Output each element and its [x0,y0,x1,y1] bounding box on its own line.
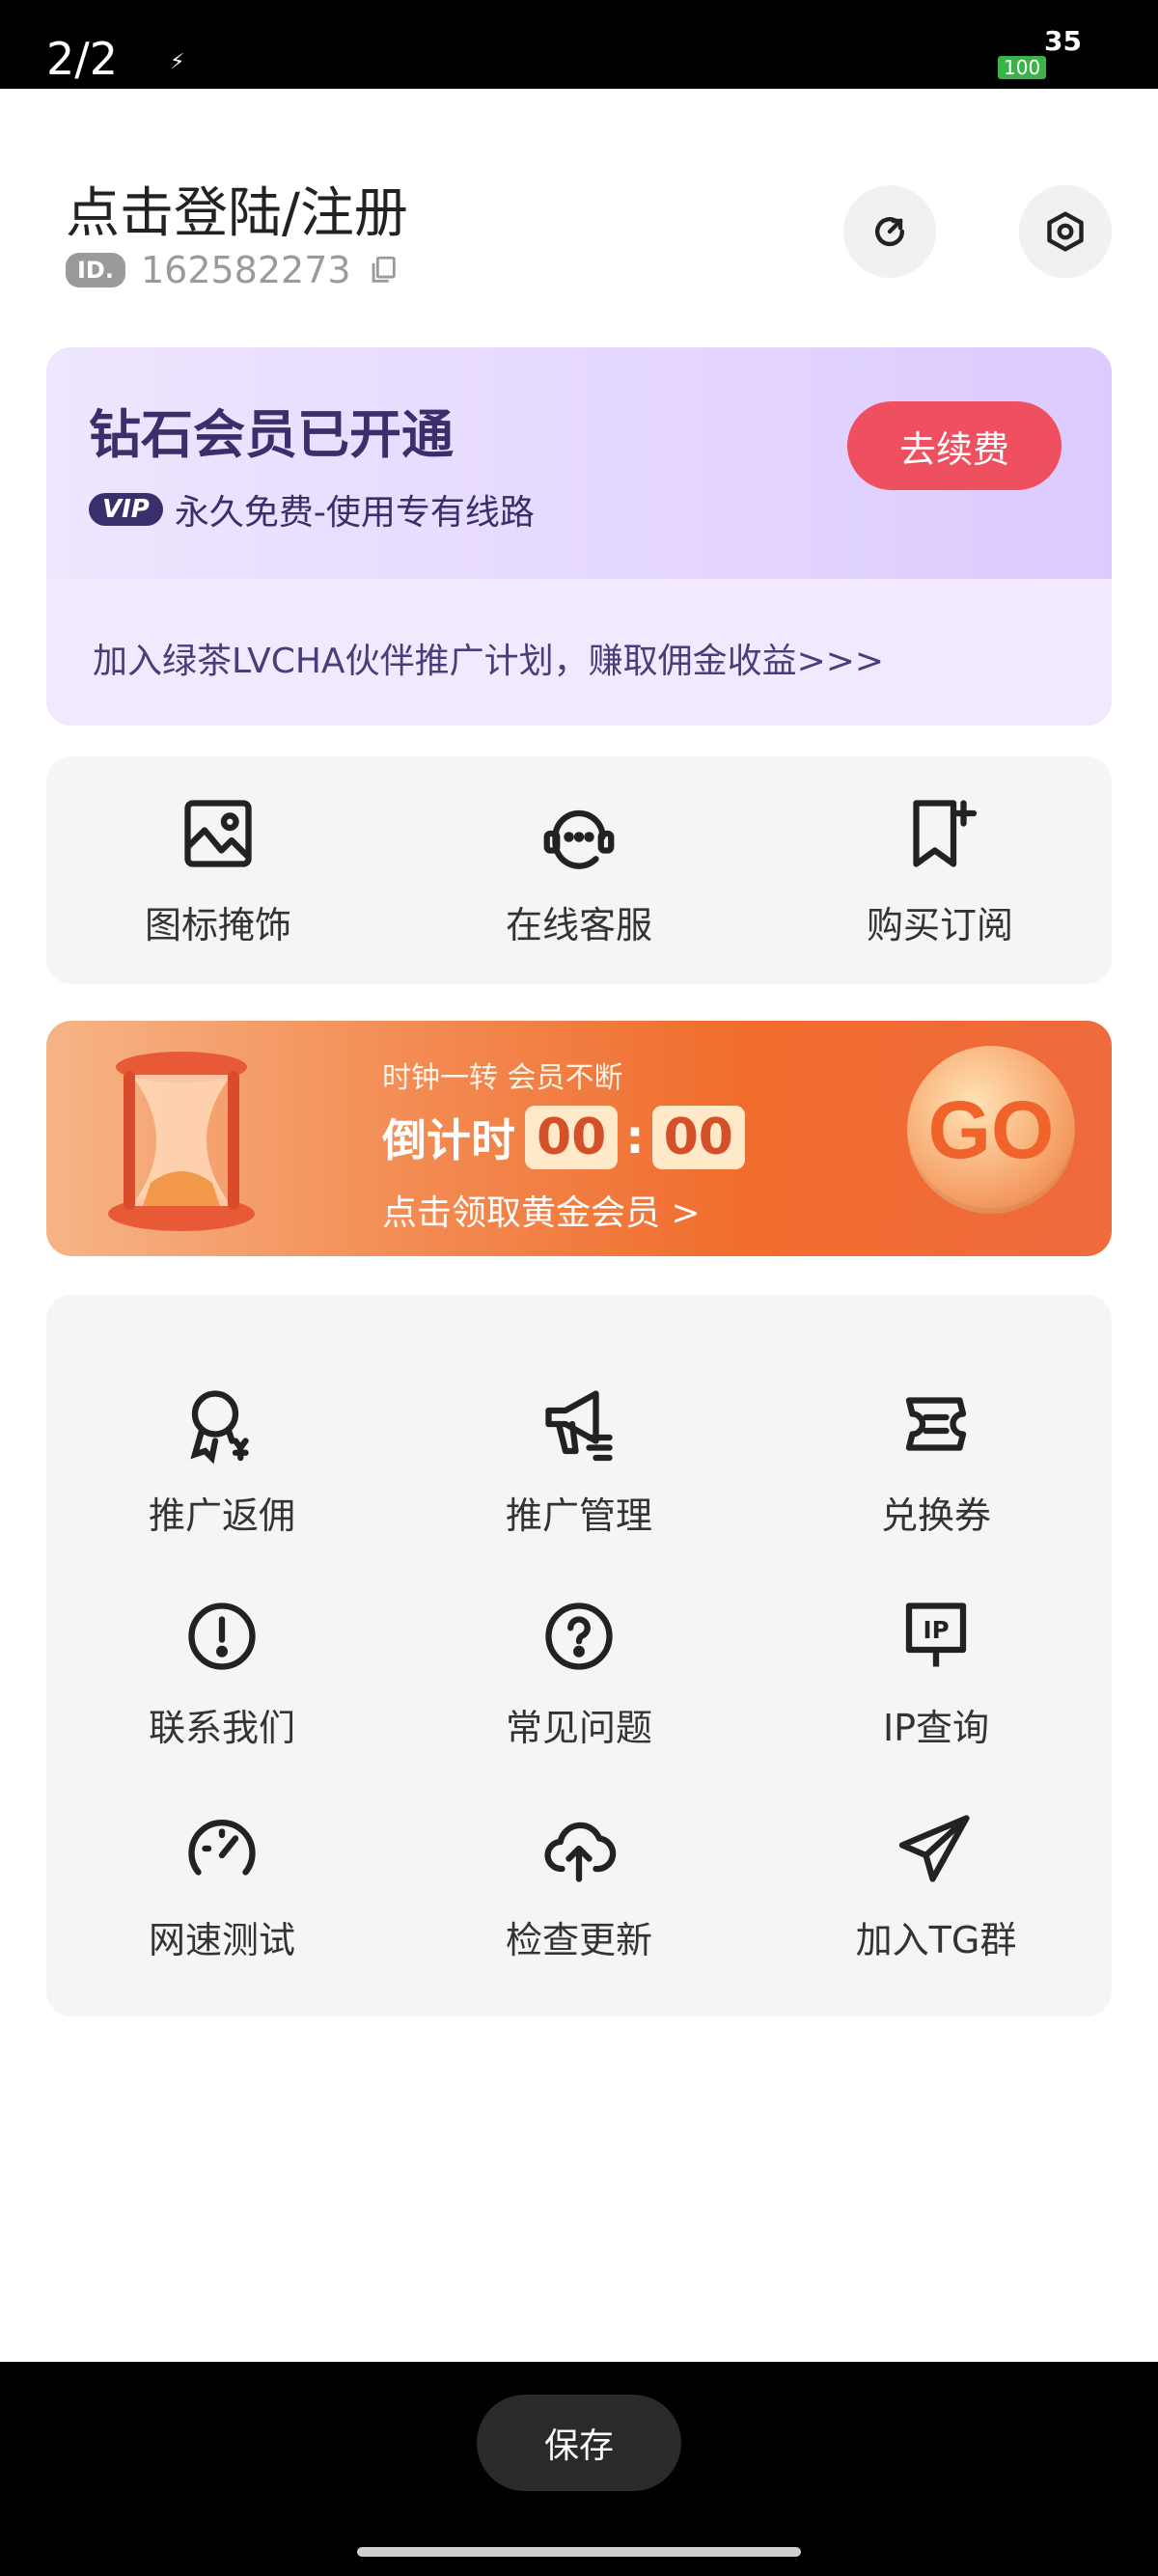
megaphone-icon [545,1390,613,1462]
speedometer-icon [188,1808,256,1876]
menu-item-referral-management[interactable]: 推广管理 [434,1384,724,1539]
partner-promo-text: 加入绿茶LVCHA伙伴推广计划，赚取佣金收益>>> [93,642,885,681]
bookmark-plus-icon [913,800,978,867]
clock: 35 [1044,25,1082,57]
menu-item-label: 加入TG群 [855,1919,1017,1961]
menu-item-faq[interactable]: 常见问题 [434,1596,724,1751]
go-button[interactable]: GO [907,1046,1075,1214]
countdown-seconds: 00 [651,1106,745,1169]
gear-icon [1047,211,1084,252]
battery-indicator: 100 [998,56,1047,79]
refresh-button[interactable] [843,185,936,278]
menu-item-label: 检查更新 [505,1919,652,1961]
home-indicator[interactable] [357,2547,801,2557]
menu-item-label: 推广管理 [505,1494,652,1537]
partner-promo-link[interactable]: 加入绿茶LVCHA伙伴推广计划，赚取佣金收益>>> [46,579,1112,726]
award-yuan-icon [190,1390,249,1465]
shortcut-label: 在线客服 [505,904,652,946]
shortcut-icon-disguise[interactable]: 图标掩饰 [93,793,344,948]
copy-icon[interactable] [367,254,400,287]
ip-sign-icon: IP [905,1603,967,1667]
menu-item-referral-commission[interactable]: 推广返佣 [77,1384,367,1539]
banner-subtitle: 时钟一转 会员不断 [382,1061,623,1095]
image-pager: 2/2 [46,33,119,85]
menu-item-voucher[interactable]: 兑换券 [791,1384,1081,1539]
renew-button[interactable]: 去续费 [847,401,1062,490]
menu-item-label: 网速测试 [148,1919,295,1961]
status-bar: 2/2 ⚡ 35 100 [0,0,1158,89]
countdown-label: 倒计时 [382,1114,515,1166]
image-icon [184,800,252,867]
user-id: 162582273 [140,249,351,291]
menu-item-join-telegram[interactable]: 加入TG群 [791,1808,1081,1963]
shortcut-label: 图标掩饰 [144,904,291,946]
menu-item-check-update[interactable]: 检查更新 [434,1808,724,1963]
menu-item-speed-test[interactable]: 网速测试 [77,1808,367,1963]
menu-item-label: 兑换券 [880,1494,991,1537]
cloud-upload-icon [544,1822,617,1882]
countdown: 倒计时 00 : 00 [382,1106,745,1169]
svg-text:IP: IP [923,1616,949,1644]
refresh-icon [875,217,905,247]
menu-item-contact-us[interactable]: 联系我们 [77,1596,367,1751]
menu-item-label: 联系我们 [148,1707,295,1749]
login-register-link[interactable]: 点击登陆/注册 [66,170,408,248]
menu-item-label: 常见问题 [505,1707,652,1749]
shortcut-label: 购买订阅 [866,904,1013,946]
headset-icon [543,809,615,869]
settings-button[interactable] [1019,185,1112,278]
notification-icon: ⚡ [170,50,185,74]
countdown-colon: : [625,1110,645,1165]
user-id-row: ID. 162582273 [66,249,400,291]
shortcut-buy-subscription[interactable]: 购买订阅 [814,793,1065,948]
shortcut-panel: 图标掩饰 在线客服 购买订阅 [46,756,1112,984]
vip-subtitle-row: VIP 永久免费-使用专有线路 [89,484,535,534]
help-circle-icon [545,1603,613,1670]
vip-card: 钻石会员已开通 VIP 永久免费-使用专有线路 去续费 加入绿茶LVCHA伙伴推… [46,347,1112,726]
menu-item-label: 推广返佣 [148,1494,295,1537]
countdown-minutes: 00 [525,1106,619,1169]
vip-subtitle: 永久免费-使用专有线路 [174,493,535,533]
id-badge: ID. [66,253,125,288]
telegram-icon [898,1815,970,1882]
hourglass-icon [108,1052,255,1231]
menu-item-label: IP查询 [882,1707,990,1749]
claim-gold-member-text: 点击领取黄金会员 > [382,1193,701,1233]
save-button[interactable]: 保存 [477,2395,681,2491]
gold-member-banner[interactable]: 时钟一转 会员不断 倒计时 00 : 00 点击领取黄金会员 > GO [46,1021,1112,1256]
menu-item-ip-lookup[interactable]: IP IP查询 [791,1596,1081,1751]
ticket-icon [905,1397,967,1451]
feature-grid: 推广返佣 推广管理 兑换券 联系我们 常见问题 IP IP查询 网速测试 检查更… [46,1295,1112,2016]
shortcut-online-support[interactable]: 在线客服 [454,793,704,948]
alert-circle-icon [188,1603,256,1670]
vip-badge: VIP [89,493,163,526]
vip-status-title: 钻石会员已开通 [89,404,454,465]
vip-card-top: 钻石会员已开通 VIP 永久免费-使用专有线路 去续费 [46,347,1112,579]
